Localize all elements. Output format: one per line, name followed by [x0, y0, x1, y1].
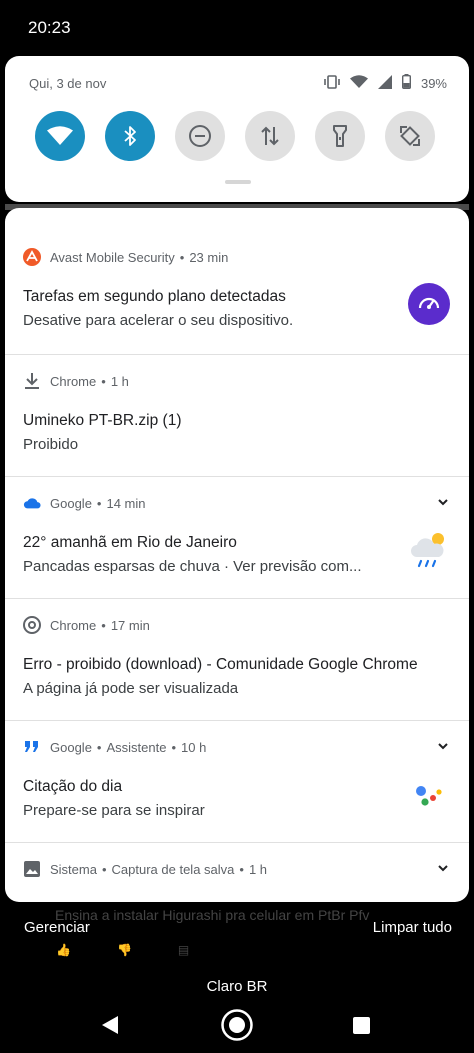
notification-subtext: Assistente: [106, 739, 167, 755]
notification-time: 14 min: [106, 495, 146, 511]
notification-chrome-page[interactable]: Chrome • 17 min Erro - proibido (downloa…: [5, 598, 469, 721]
thumbs-down-icon: 👎: [116, 943, 132, 957]
drag-handle[interactable]: [225, 180, 251, 184]
notification-app-name: Google: [50, 495, 92, 511]
quick-settings-panel: Qui, 3 de nov 39%: [5, 56, 469, 202]
chevron-down-icon[interactable]: [435, 860, 451, 876]
notification-time: 10 h: [181, 739, 207, 755]
chevron-down-icon[interactable]: [435, 494, 451, 510]
notification-system[interactable]: Sistema • Captura de tela salva • 1 h: [5, 842, 469, 902]
do-not-disturb-icon: [189, 125, 211, 147]
vibrate-icon: [324, 74, 340, 92]
wifi-toggle[interactable]: [35, 111, 85, 161]
notification-time: 1 h: [248, 861, 268, 877]
notification-body: Pancadas esparsas de chuva · Ver previsã…: [23, 558, 362, 575]
avast-logo-icon: [23, 248, 41, 266]
bluetooth-icon: [124, 126, 136, 146]
rotate-icon: [400, 126, 420, 146]
notification-app-name: Avast Mobile Security: [50, 249, 175, 265]
notification-app-name: Google: [50, 739, 92, 755]
battery-icon: [401, 74, 411, 92]
notification-app-name: Sistema: [50, 861, 97, 877]
wifi-icon: [47, 126, 73, 145]
notification-footer: Ensina a instalar Higurashi pra celular …: [0, 905, 474, 965]
status-icons: 39%: [324, 74, 447, 92]
chevron-down-icon[interactable]: [435, 738, 451, 754]
navigation-bar: [0, 1000, 474, 1053]
back-icon[interactable]: [100, 1014, 120, 1036]
clear-all-button[interactable]: Limpar tudo: [373, 919, 452, 936]
notification-body: Proibido: [23, 436, 79, 453]
do-not-disturb-toggle[interactable]: [175, 111, 225, 161]
notification-title: Umineko PT-BR.zip (1): [23, 412, 182, 429]
flashlight-toggle[interactable]: [315, 111, 365, 161]
notification-app-name: Chrome: [50, 617, 97, 633]
notification-list: Avast Mobile Security • 23 min Tarefas e…: [5, 208, 469, 902]
status-bar: 20:23: [0, 0, 474, 56]
quote-icon: [23, 738, 41, 756]
download-icon: [23, 372, 41, 390]
thumbs-up-icon: 👍: [56, 943, 71, 957]
notification-time: 1 h: [110, 373, 129, 389]
notification-google-assistant[interactable]: Google • Assistente • 10 h Citação do di…: [5, 720, 469, 843]
notification-subtext: Captura de tela salva: [111, 861, 235, 877]
comment-icon: ▤: [177, 943, 190, 957]
background-icons: 👍 👎 ▤: [56, 943, 189, 957]
cell-signal-icon: [377, 74, 392, 92]
bluetooth-toggle[interactable]: [105, 111, 155, 161]
auto-rotate-toggle[interactable]: [385, 111, 435, 161]
notification-body: A página já pode ser visualizada: [23, 680, 239, 697]
clock: 20:23: [28, 18, 71, 37]
rain-cloud-icon: [407, 528, 451, 572]
google-assistant-icon: [407, 772, 451, 816]
notification-time: 17 min: [110, 617, 150, 633]
notification-title: Erro - proibido (download) - Comunidade …: [23, 656, 418, 673]
manage-button[interactable]: Gerenciar: [24, 919, 90, 936]
notification-body: Prepare-se para se inspirar: [23, 802, 205, 819]
chrome-logo-icon: [23, 616, 41, 634]
cloud-icon: [23, 494, 41, 512]
notification-title: Citação do dia: [23, 778, 123, 795]
date-label: Qui, 3 de nov: [29, 76, 107, 91]
carrier-label: Claro BR: [206, 978, 268, 995]
notification-chrome-download[interactable]: Chrome • 1 h Umineko PT-BR.zip (1) Proib…: [5, 354, 469, 477]
flashlight-icon: [333, 125, 347, 147]
wifi-signal-icon: [349, 74, 368, 92]
background-text: Ensina a instalar Higurashi pra celular …: [55, 907, 370, 923]
battery-percent: 39%: [420, 75, 447, 91]
notification-title: 22° amanhã em Rio de Janeiro: [23, 534, 237, 551]
home-icon[interactable]: [220, 1008, 254, 1042]
notification-title: Tarefas em segundo plano detectadas: [23, 288, 286, 305]
data-transfer-icon: [261, 126, 279, 146]
notification-google-weather[interactable]: Google • 14 min 22° amanhã em Rio de Jan…: [5, 476, 469, 599]
recent-apps-icon[interactable]: [353, 1017, 370, 1034]
image-icon: [23, 860, 41, 878]
notification-app-name: Chrome: [50, 373, 97, 389]
notification-time: 23 min: [189, 249, 229, 265]
notification-avast[interactable]: Avast Mobile Security • 23 min Tarefas e…: [5, 230, 469, 355]
mobile-data-toggle[interactable]: [245, 111, 295, 161]
notification-body: Desative para acelerar o seu dispositivo…: [23, 312, 294, 329]
speedometer-icon: [407, 282, 451, 326]
